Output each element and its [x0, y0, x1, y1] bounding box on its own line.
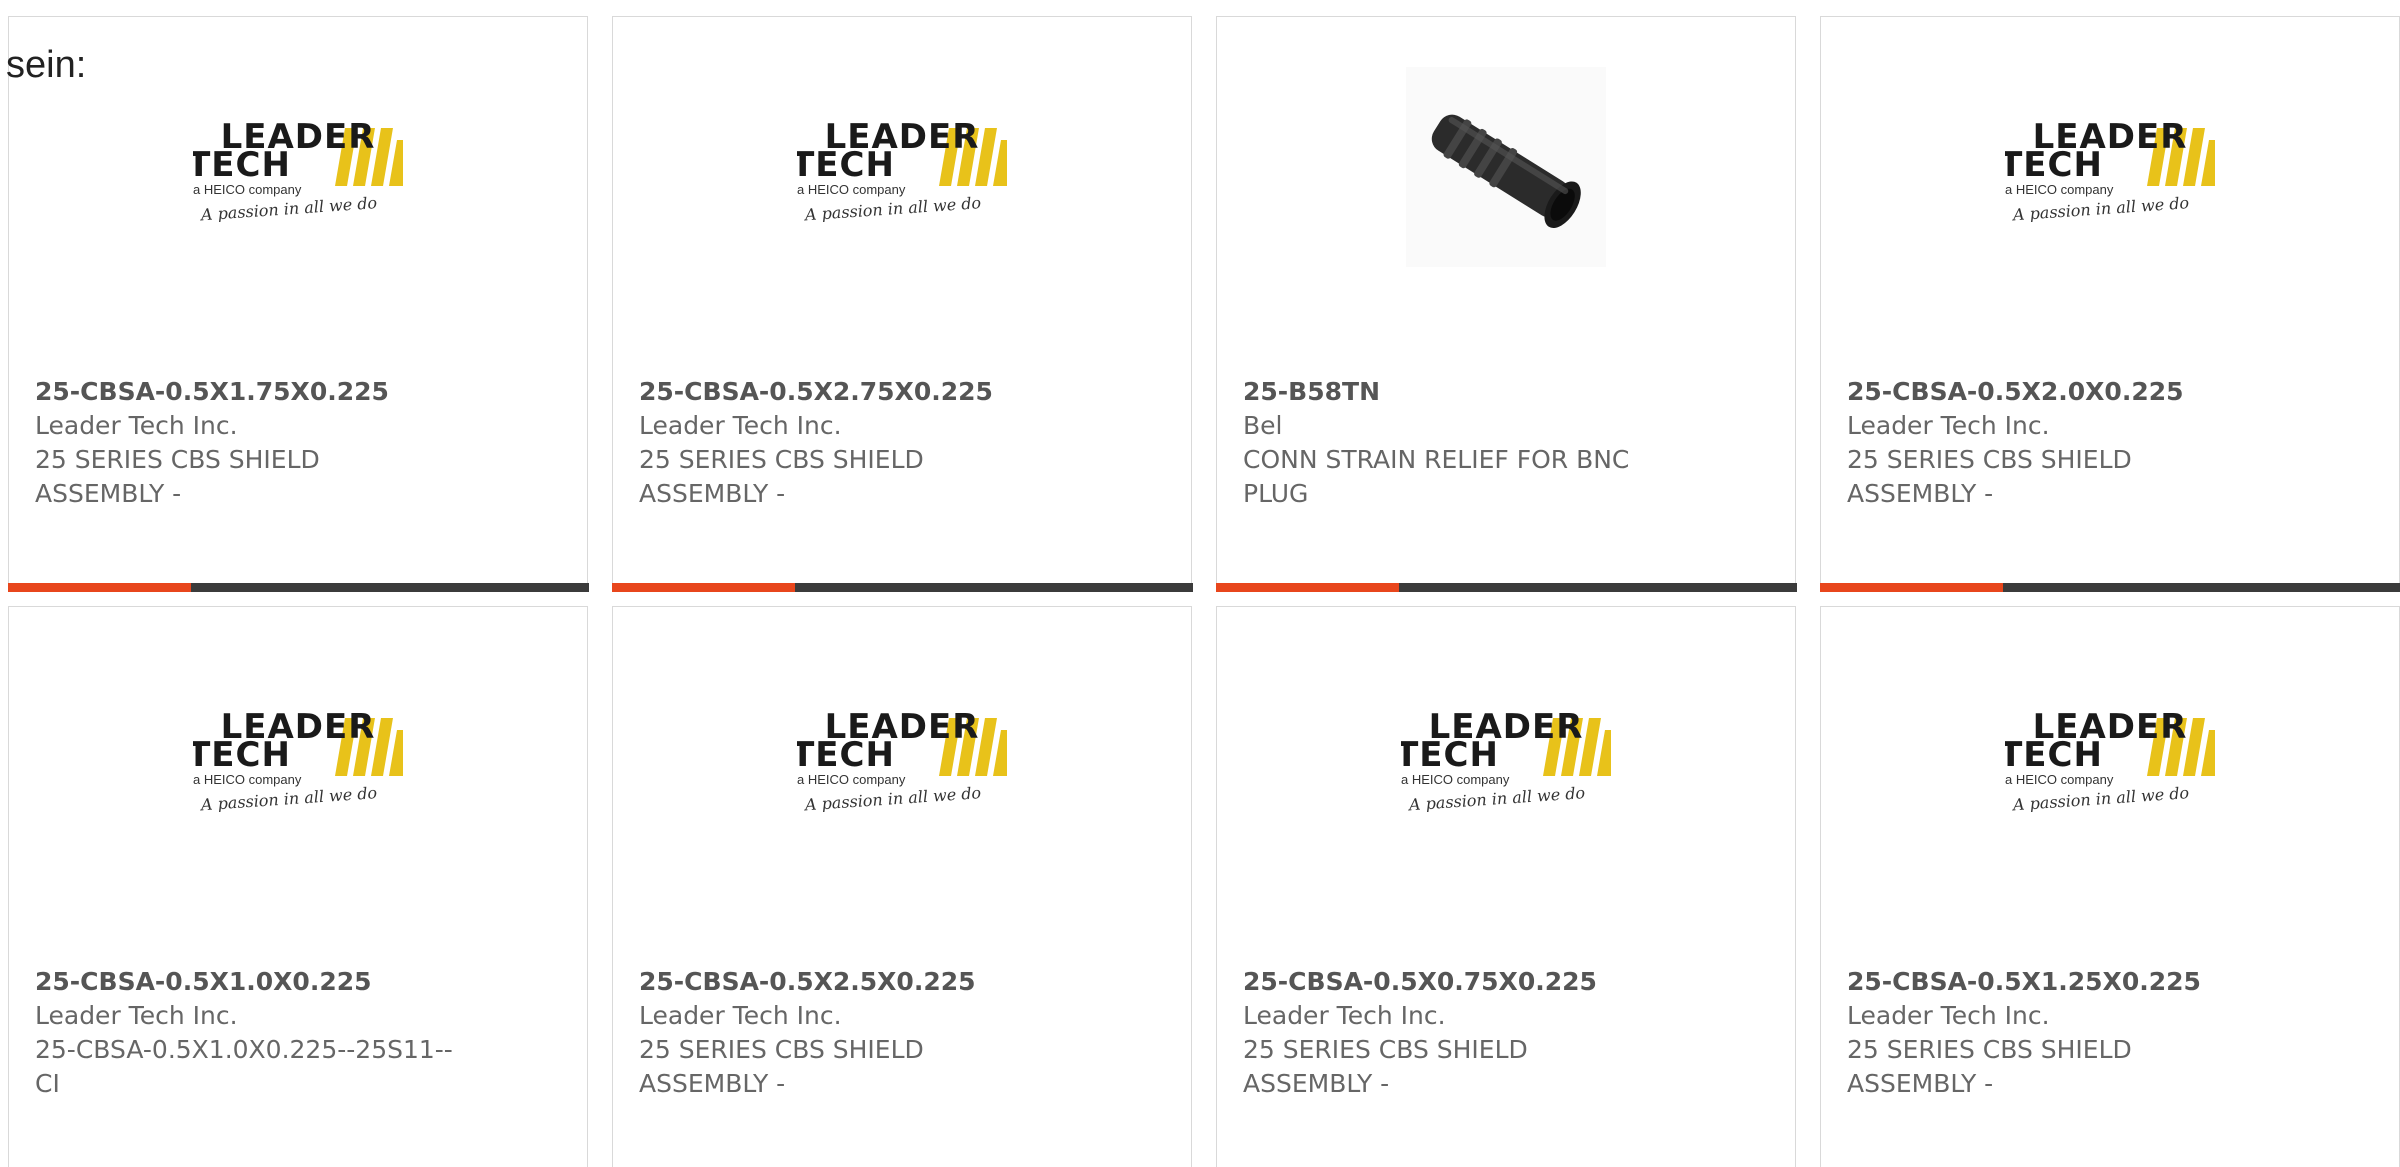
product-info: 25-CBSA-0.5X1.25X0.225 Leader Tech Inc. … [1847, 965, 2287, 1101]
product-card[interactable]: 25-B58TN Bel CONN STRAIN RELIEF FOR BNC … [1215, 16, 1797, 592]
description-line-2: ASSEMBLY - [35, 479, 182, 508]
product-info: 25-CBSA-0.5X1.75X0.225 Leader Tech Inc. … [35, 375, 475, 511]
description-line-2: ASSEMBLY - [639, 479, 786, 508]
manufacturer: Leader Tech Inc. [639, 411, 842, 440]
manufacturer: Leader Tech Inc. [1847, 411, 2050, 440]
description-line-2: ASSEMBLY - [1847, 479, 1994, 508]
logo-line2: TECH [797, 145, 895, 185]
description-line-2: ASSEMBLY - [1847, 1069, 1994, 1098]
card-accent-bar [611, 583, 795, 592]
logo-script: A passion in all we do [1406, 783, 1585, 812]
logo-script: A passion in all we do [2010, 193, 2189, 222]
product-image[interactable]: LEADER TECH a HEICO company A passion in… [613, 87, 1191, 247]
logo-tagline: a HEICO company [2005, 772, 2114, 787]
description-line-1: 25 SERIES CBS SHIELD [639, 445, 924, 474]
part-number[interactable]: 25-CBSA-0.5X1.75X0.225 [35, 375, 475, 409]
logo-line2: TECH [797, 735, 895, 775]
description-line-1: 25-CBSA-0.5X1.0X0.225--25S11-- [35, 1035, 453, 1064]
product-info: 25-CBSA-0.5X1.0X0.225 Leader Tech Inc. 2… [35, 965, 475, 1101]
card-accent-bar [1215, 583, 1399, 592]
product-card[interactable]: LEADER TECH a HEICO company A passion in… [1820, 606, 2400, 1167]
logo-script: A passion in all we do [802, 783, 981, 812]
logo-tagline: a HEICO company [2005, 182, 2114, 197]
description-line-1: 25 SERIES CBS SHIELD [35, 445, 320, 474]
logo-line2: TECH [193, 145, 291, 185]
card-accent-bar [1819, 583, 2003, 592]
logo-line2: TECH [1401, 735, 1499, 775]
leader-tech-logo: LEADER TECH a HEICO company A passion in… [797, 707, 1007, 812]
logo-tagline: a HEICO company [1401, 772, 1510, 787]
logo-tagline: a HEICO company [193, 772, 302, 787]
manufacturer: Bel [1243, 411, 1283, 440]
part-number[interactable]: 25-CBSA-0.5X2.0X0.225 [1847, 375, 2287, 409]
part-number[interactable]: 25-CBSA-0.5X0.75X0.225 [1243, 965, 1683, 999]
logo-line2: TECH [2005, 145, 2103, 185]
intro-text: sein: [6, 44, 87, 86]
logo-script: A passion in all we do [802, 193, 981, 222]
card-bottom-bar [1215, 583, 1797, 592]
part-number[interactable]: 25-CBSA-0.5X2.5X0.225 [639, 965, 1079, 999]
leader-tech-logo: LEADER TECH a HEICO company A passion in… [2005, 117, 2215, 222]
logo-tagline: a HEICO company [193, 182, 302, 197]
part-number[interactable]: 25-B58TN [1243, 375, 1683, 409]
product-image[interactable] [1217, 67, 1795, 267]
description-line-1: 25 SERIES CBS SHIELD [1847, 445, 2132, 474]
description-line-1: CONN STRAIN RELIEF FOR BNC [1243, 445, 1630, 474]
card-bottom-bar [1819, 583, 2400, 592]
description-line-2: PLUG [1243, 479, 1309, 508]
logo-script: A passion in all we do [198, 783, 377, 812]
product-grid-page: sein: LEADER TECH a HEICO company A pass… [0, 0, 2400, 1167]
product-info: 25-CBSA-0.5X2.0X0.225 Leader Tech Inc. 2… [1847, 375, 2287, 511]
leader-tech-logo: LEADER TECH a HEICO company A passion in… [193, 117, 403, 222]
product-card[interactable]: LEADER TECH a HEICO company A passion in… [7, 16, 589, 592]
manufacturer: Leader Tech Inc. [35, 411, 238, 440]
description-line-2: ASSEMBLY - [1243, 1069, 1390, 1098]
logo-line2: TECH [2005, 735, 2103, 775]
part-number[interactable]: 25-CBSA-0.5X1.0X0.225 [35, 965, 475, 999]
product-image[interactable]: LEADER TECH a HEICO company A passion in… [1821, 87, 2399, 247]
product-card[interactable]: LEADER TECH a HEICO company A passion in… [612, 606, 1192, 1167]
product-card[interactable]: LEADER TECH a HEICO company A passion in… [1819, 16, 2400, 592]
product-image[interactable]: LEADER TECH a HEICO company A passion in… [9, 87, 587, 247]
description-line-2: ASSEMBLY - [639, 1069, 786, 1098]
product-image[interactable]: LEADER TECH a HEICO company A passion in… [9, 677, 587, 837]
description-line-1: 25 SERIES CBS SHIELD [1847, 1035, 2132, 1064]
leader-tech-logo: LEADER TECH a HEICO company A passion in… [193, 707, 403, 812]
product-info: 25-CBSA-0.5X2.5X0.225 Leader Tech Inc. 2… [639, 965, 1079, 1101]
leader-tech-logo: LEADER TECH a HEICO company A passion in… [1401, 707, 1611, 812]
card-accent-bar [7, 583, 191, 592]
product-image[interactable]: LEADER TECH a HEICO company A passion in… [1217, 677, 1795, 837]
product-card[interactable]: LEADER TECH a HEICO company A passion in… [1216, 606, 1796, 1167]
product-image[interactable]: LEADER TECH a HEICO company A passion in… [1821, 677, 2399, 837]
product-info: 25-CBSA-0.5X2.75X0.225 Leader Tech Inc. … [639, 375, 1079, 511]
manufacturer: Leader Tech Inc. [35, 1001, 238, 1030]
manufacturer: Leader Tech Inc. [639, 1001, 842, 1030]
product-card[interactable]: LEADER TECH a HEICO company A passion in… [8, 606, 588, 1167]
part-number[interactable]: 25-CBSA-0.5X1.25X0.225 [1847, 965, 2287, 999]
product-info: 25-B58TN Bel CONN STRAIN RELIEF FOR BNC … [1243, 375, 1683, 511]
product-info: 25-CBSA-0.5X0.75X0.225 Leader Tech Inc. … [1243, 965, 1683, 1101]
strain-relief-photo [1406, 67, 1606, 267]
product-card[interactable]: LEADER TECH a HEICO company A passion in… [611, 16, 1193, 592]
description-line-2: CI [35, 1069, 60, 1098]
logo-tagline: a HEICO company [797, 772, 906, 787]
card-bottom-bar [611, 583, 1193, 592]
description-line-1: 25 SERIES CBS SHIELD [1243, 1035, 1528, 1064]
logo-line2: TECH [193, 735, 291, 775]
leader-tech-logo: LEADER TECH a HEICO company A passion in… [2005, 707, 2215, 812]
logo-script: A passion in all we do [2010, 783, 2189, 812]
leader-tech-logo: LEADER TECH a HEICO company A passion in… [797, 117, 1007, 222]
logo-tagline: a HEICO company [797, 182, 906, 197]
part-number[interactable]: 25-CBSA-0.5X2.75X0.225 [639, 375, 1079, 409]
description-line-1: 25 SERIES CBS SHIELD [639, 1035, 924, 1064]
product-image[interactable]: LEADER TECH a HEICO company A passion in… [613, 677, 1191, 837]
manufacturer: Leader Tech Inc. [1847, 1001, 2050, 1030]
logo-script: A passion in all we do [198, 193, 377, 222]
card-bottom-bar [7, 583, 589, 592]
manufacturer: Leader Tech Inc. [1243, 1001, 1446, 1030]
